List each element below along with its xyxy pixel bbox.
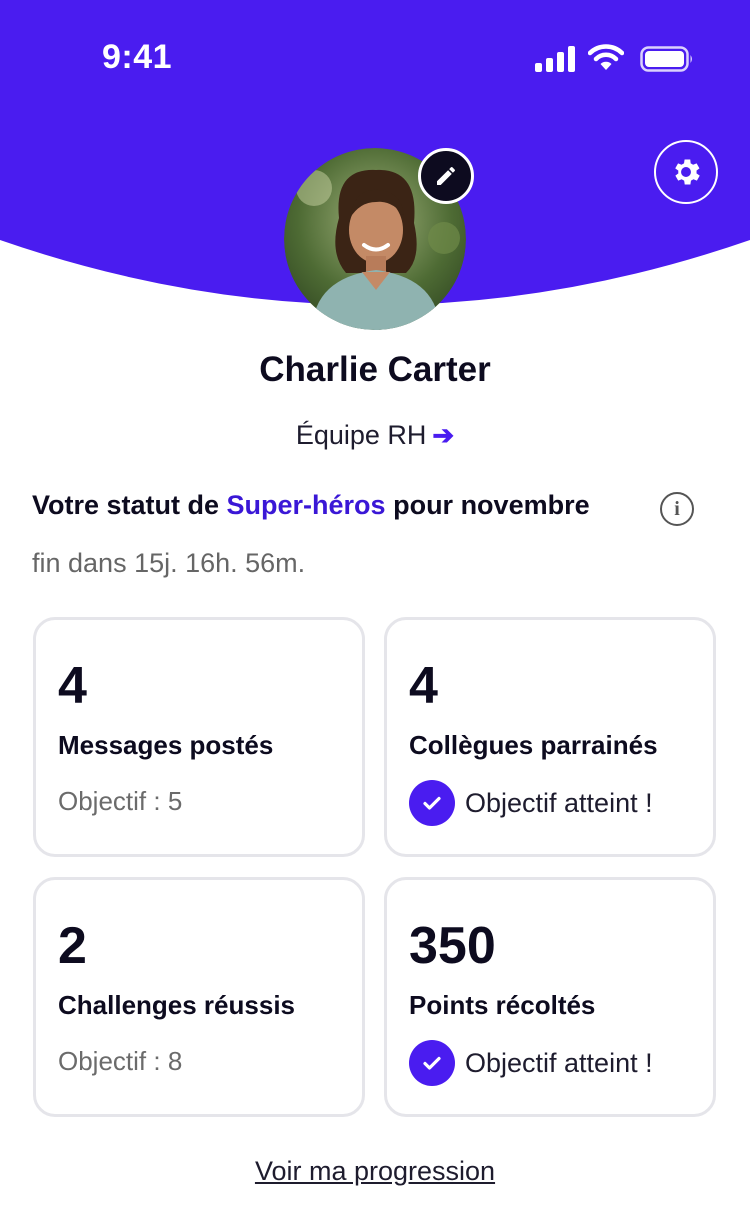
stat-value: 4 — [409, 657, 438, 715]
cellular-signal-icon — [535, 46, 575, 72]
stat-card-points: 350 Points récoltés Objectif atteint ! — [384, 877, 716, 1117]
wifi-icon — [588, 44, 624, 70]
status-countdown: fin dans 15j. 16h. 56m. — [32, 548, 306, 578]
status-time: 9:41 — [102, 38, 173, 76]
check-icon — [409, 780, 455, 826]
stat-label: Points récoltés — [409, 990, 596, 1020]
team-row: Équipe RH ➔ — [0, 420, 750, 451]
profile-name: Charlie Carter — [259, 350, 491, 389]
goal-achieved-text: Objectif atteint ! — [465, 1047, 653, 1078]
team-link[interactable]: Équipe RH ➔ — [296, 420, 454, 451]
status-bar: 9:41 — [0, 0, 750, 120]
stat-card-messages: 4 Messages postés Objectif : 5 — [33, 617, 365, 857]
stat-value: 350 — [409, 917, 496, 975]
status-prefix: Votre statut de — [32, 490, 227, 520]
edit-avatar-button[interactable] — [418, 148, 474, 204]
goal-achieved: Objectif atteint ! — [409, 780, 653, 826]
stat-card-referrals: 4 Collègues parrainés Objectif atteint ! — [384, 617, 716, 857]
goal-achieved: Objectif atteint ! — [409, 1040, 653, 1086]
stat-value: 4 — [58, 657, 87, 715]
battery-icon — [640, 46, 692, 72]
gear-icon — [675, 159, 700, 185]
stat-card-challenges: 2 Challenges réussis Objectif : 8 — [33, 877, 365, 1117]
goal-achieved-text: Objectif atteint ! — [465, 787, 653, 818]
pencil-icon — [437, 167, 455, 185]
stat-label: Challenges réussis — [58, 990, 295, 1020]
stat-label: Collègues parrainés — [409, 730, 658, 760]
settings-button[interactable] — [654, 140, 718, 204]
view-progress-link[interactable]: Voir ma progression — [0, 1156, 750, 1187]
info-icon[interactable]: i — [660, 492, 694, 526]
stat-value: 2 — [58, 917, 87, 975]
status-suffix: pour novembre — [385, 490, 590, 520]
team-label: Équipe RH — [295, 420, 427, 450]
arrow-right-icon: ➔ — [432, 420, 455, 450]
status-title: Votre statut de Super-héros pour novembr… — [32, 490, 590, 521]
stat-goal: Objectif : 8 — [58, 1046, 183, 1076]
stat-label: Messages postés — [58, 730, 274, 760]
check-icon — [409, 1040, 455, 1086]
status-level: Super-héros — [226, 490, 386, 520]
stat-goal: Objectif : 5 — [58, 786, 183, 816]
